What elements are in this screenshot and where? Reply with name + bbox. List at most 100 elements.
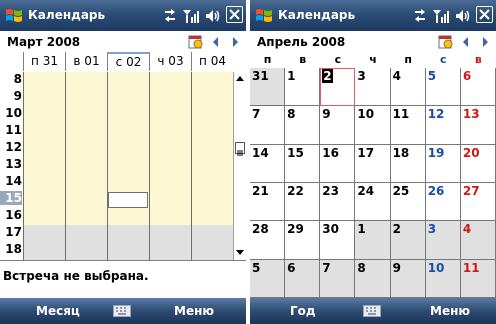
day-cell[interactable]: 17	[355, 144, 391, 183]
close-button[interactable]	[226, 6, 243, 23]
week-view-screen: Календарь Март 2008 п 31 в 01 с 02 ч 03 …	[0, 0, 246, 324]
day-cell[interactable]: 3	[425, 221, 461, 260]
chevron-left-icon[interactable]	[461, 36, 471, 48]
day-cell[interactable]: 10	[355, 106, 391, 145]
today-icon[interactable]	[438, 34, 453, 49]
day-cell[interactable]: 21	[250, 183, 286, 222]
day-area[interactable]	[23, 72, 233, 260]
hour-label: 14	[5, 174, 22, 188]
speaker-icon[interactable]	[454, 7, 470, 25]
day-number: 22	[287, 184, 304, 198]
day-cell[interactable]: 22	[285, 183, 321, 222]
softkey-month[interactable]: Месяц	[36, 304, 80, 318]
weekday-header: п	[404, 53, 412, 66]
day-cell[interactable]: 27	[460, 183, 496, 222]
day-cell[interactable]: 16	[320, 144, 356, 183]
day-header[interactable]: п 31	[23, 52, 65, 71]
close-button[interactable]	[476, 6, 493, 23]
day-column[interactable]	[191, 72, 233, 260]
day-number: 20	[462, 145, 480, 160]
day-cell[interactable]: 1	[285, 68, 321, 107]
grip-icon	[237, 150, 243, 156]
scroll-thumb[interactable]	[235, 142, 245, 156]
data-connection-icon[interactable]	[162, 7, 178, 25]
day-cell[interactable]: 14	[250, 144, 286, 183]
weekday-header: в	[474, 53, 482, 66]
day-number: 6	[462, 69, 472, 83]
day-cell[interactable]: 7	[320, 259, 356, 298]
day-cell[interactable]: 4	[460, 221, 496, 260]
day-cell[interactable]: 9	[320, 106, 356, 145]
month-grid: 31 1 2 3 4 5 6 7 8 9 10 11 12 13 14 15 16 17 18 19 20 21 22 23 2…	[250, 68, 496, 298]
day-cell[interactable]: 8	[285, 106, 321, 145]
today-icon[interactable]	[188, 34, 203, 49]
day-cell[interactable]: 8	[355, 259, 391, 298]
day-column[interactable]	[23, 72, 65, 260]
day-cell[interactable]: 29	[285, 221, 321, 260]
day-number: 2	[322, 69, 333, 83]
day-cell[interactable]: 28	[250, 221, 286, 260]
day-number: 14	[252, 145, 269, 160]
hour-label: 11	[5, 123, 22, 137]
day-cell[interactable]: 30	[320, 221, 356, 260]
day-cell[interactable]: 11	[390, 106, 426, 145]
day-cell[interactable]: 25	[390, 183, 426, 222]
day-cell[interactable]: 23	[320, 183, 356, 222]
keyboard-icon[interactable]	[363, 305, 381, 317]
selected-time-slot[interactable]	[108, 192, 148, 208]
day-cell[interactable]: 18	[390, 144, 426, 183]
day-cell[interactable]: 26	[425, 183, 461, 222]
day-number: 11	[392, 107, 410, 122]
vertical-scrollbar[interactable]	[233, 72, 246, 260]
windows-flag-icon[interactable]	[4, 6, 24, 26]
day-header[interactable]: п 04	[191, 52, 233, 71]
chevron-right-icon[interactable]	[230, 36, 240, 48]
day-cell[interactable]: 1	[355, 221, 391, 260]
day-header-today[interactable]: с 02	[107, 52, 149, 71]
day-cell[interactable]: 13	[460, 106, 496, 145]
chevron-right-icon[interactable]	[480, 36, 490, 48]
data-connection-icon[interactable]	[412, 7, 428, 25]
signal-strength-icon[interactable]	[432, 7, 450, 25]
day-number: 15	[287, 145, 304, 160]
softkey-year[interactable]: Год	[290, 304, 316, 318]
signal-strength-icon[interactable]	[182, 7, 200, 25]
day-cell-today[interactable]: 2	[320, 68, 356, 107]
day-number: 4	[392, 69, 401, 83]
day-cell[interactable]: 6	[460, 68, 496, 107]
day-cell[interactable]: 5	[425, 68, 461, 107]
speaker-icon[interactable]	[204, 7, 220, 25]
day-cell[interactable]: 3	[355, 68, 391, 107]
day-cell[interactable]: 31	[250, 68, 286, 107]
day-cell[interactable]: 4	[390, 68, 426, 107]
day-cell[interactable]: 7	[250, 106, 286, 145]
day-column[interactable]	[149, 72, 191, 260]
scroll-up-icon[interactable]	[235, 74, 245, 82]
hour-label: 17	[5, 225, 22, 239]
day-cell[interactable]: 6	[285, 259, 321, 298]
day-column[interactable]	[107, 72, 149, 260]
day-header[interactable]: ч 03	[149, 52, 191, 71]
title-bar: Календарь	[250, 0, 496, 31]
day-cell[interactable]: 24	[355, 183, 391, 222]
day-number: 7	[252, 107, 261, 122]
day-cell[interactable]: 15	[285, 144, 321, 183]
softkey-menu[interactable]: Меню	[174, 304, 214, 318]
day-cell[interactable]: 19	[425, 144, 461, 183]
day-header[interactable]: в 01	[65, 52, 107, 71]
day-cell[interactable]: 10	[425, 259, 461, 298]
day-cell[interactable]: 11	[460, 259, 496, 298]
day-cell[interactable]: 2	[390, 221, 426, 260]
hour-label: 18	[5, 242, 22, 256]
day-cell[interactable]: 12	[425, 106, 461, 145]
day-cell[interactable]: 5	[250, 259, 286, 298]
chevron-left-icon[interactable]	[211, 36, 221, 48]
weekday-header: с	[440, 53, 447, 66]
softkey-menu[interactable]: Меню	[430, 304, 470, 318]
day-cell[interactable]: 9	[390, 259, 426, 298]
windows-flag-icon[interactable]	[254, 6, 274, 26]
day-column[interactable]	[65, 72, 107, 260]
scroll-down-icon[interactable]	[235, 249, 245, 257]
day-cell[interactable]: 20	[460, 144, 496, 183]
keyboard-icon[interactable]	[113, 305, 131, 317]
